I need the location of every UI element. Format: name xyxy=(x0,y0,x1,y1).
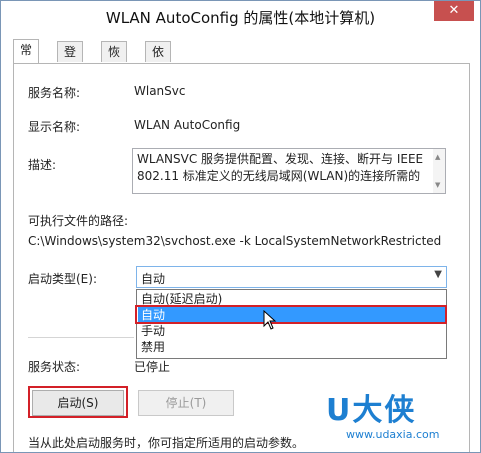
hint-text: 当从此处启动服务时，你可指定所适用的启动参数。 xyxy=(28,436,305,450)
stop-button: 停止(T) xyxy=(138,390,234,416)
tab-recovery[interactable]: 恢复 xyxy=(101,41,128,79)
status-value: 已停止 xyxy=(134,360,171,374)
path-value: C:\Windows\system32\svchost.exe -k Local… xyxy=(28,234,442,248)
startup-type-label: 启动类型(E): xyxy=(28,272,97,286)
window-title: WLAN AutoConfig 的属性(本地计算机) xyxy=(105,9,376,27)
service-name-value: WlanSvc xyxy=(134,84,186,98)
close-button[interactable]: ✕ xyxy=(434,1,474,21)
status-label: 服务状态: xyxy=(28,360,81,374)
tab-dependencies[interactable]: 依存关系 xyxy=(145,41,172,119)
udaxia-watermark: U大侠 www.udaxia.com xyxy=(318,385,468,449)
mouse-pointer-icon xyxy=(263,310,277,330)
scroll-down-icon[interactable]: ▼ xyxy=(435,181,440,189)
startup-type-select[interactable]: 自动 ▼ xyxy=(136,266,447,288)
service-name-label: 服务名称: xyxy=(28,86,81,100)
startup-type-dropdown: 自动(延迟启动) 自动 手动 禁用 xyxy=(136,289,447,359)
scroll-up-icon[interactable]: ▲ xyxy=(435,153,440,161)
option-disabled[interactable]: 禁用 xyxy=(138,339,446,355)
highlight-annotation-option xyxy=(135,305,447,324)
description-box[interactable]: WLANSVC 服务提供配置、发现、连接、断开与 IEEE 802.11 标准定… xyxy=(132,148,446,194)
watermark-logo: U大侠 xyxy=(326,393,417,428)
path-label: 可执行文件的路径: xyxy=(28,214,129,228)
properties-dialog: WLAN AutoConfig 的属性(本地计算机) ✕ 常规 登录 恢复 依存… xyxy=(0,0,481,453)
description-label: 描述: xyxy=(28,158,57,172)
description-text: WLANSVC 服务提供配置、发现、连接、断开与 IEEE 802.11 标准定… xyxy=(137,152,424,183)
description-scrollbar[interactable]: ▲ ▼ xyxy=(433,149,445,193)
tab-logon[interactable]: 登录 xyxy=(57,41,84,79)
title-bar: WLAN AutoConfig 的属性(本地计算机) ✕ xyxy=(1,1,480,35)
highlight-annotation-start xyxy=(28,386,128,418)
startup-type-selected: 自动 xyxy=(141,272,166,286)
separator xyxy=(28,337,134,338)
chevron-down-icon[interactable]: ▼ xyxy=(434,269,442,280)
watermark-url: www.udaxia.com xyxy=(346,428,440,441)
display-name-label: 显示名称: xyxy=(28,120,81,134)
close-icon: ✕ xyxy=(448,3,460,18)
display-name-value: WLAN AutoConfig xyxy=(134,118,241,132)
option-manual[interactable]: 手动 xyxy=(138,323,446,339)
tab-general[interactable]: 常规 xyxy=(13,39,40,77)
